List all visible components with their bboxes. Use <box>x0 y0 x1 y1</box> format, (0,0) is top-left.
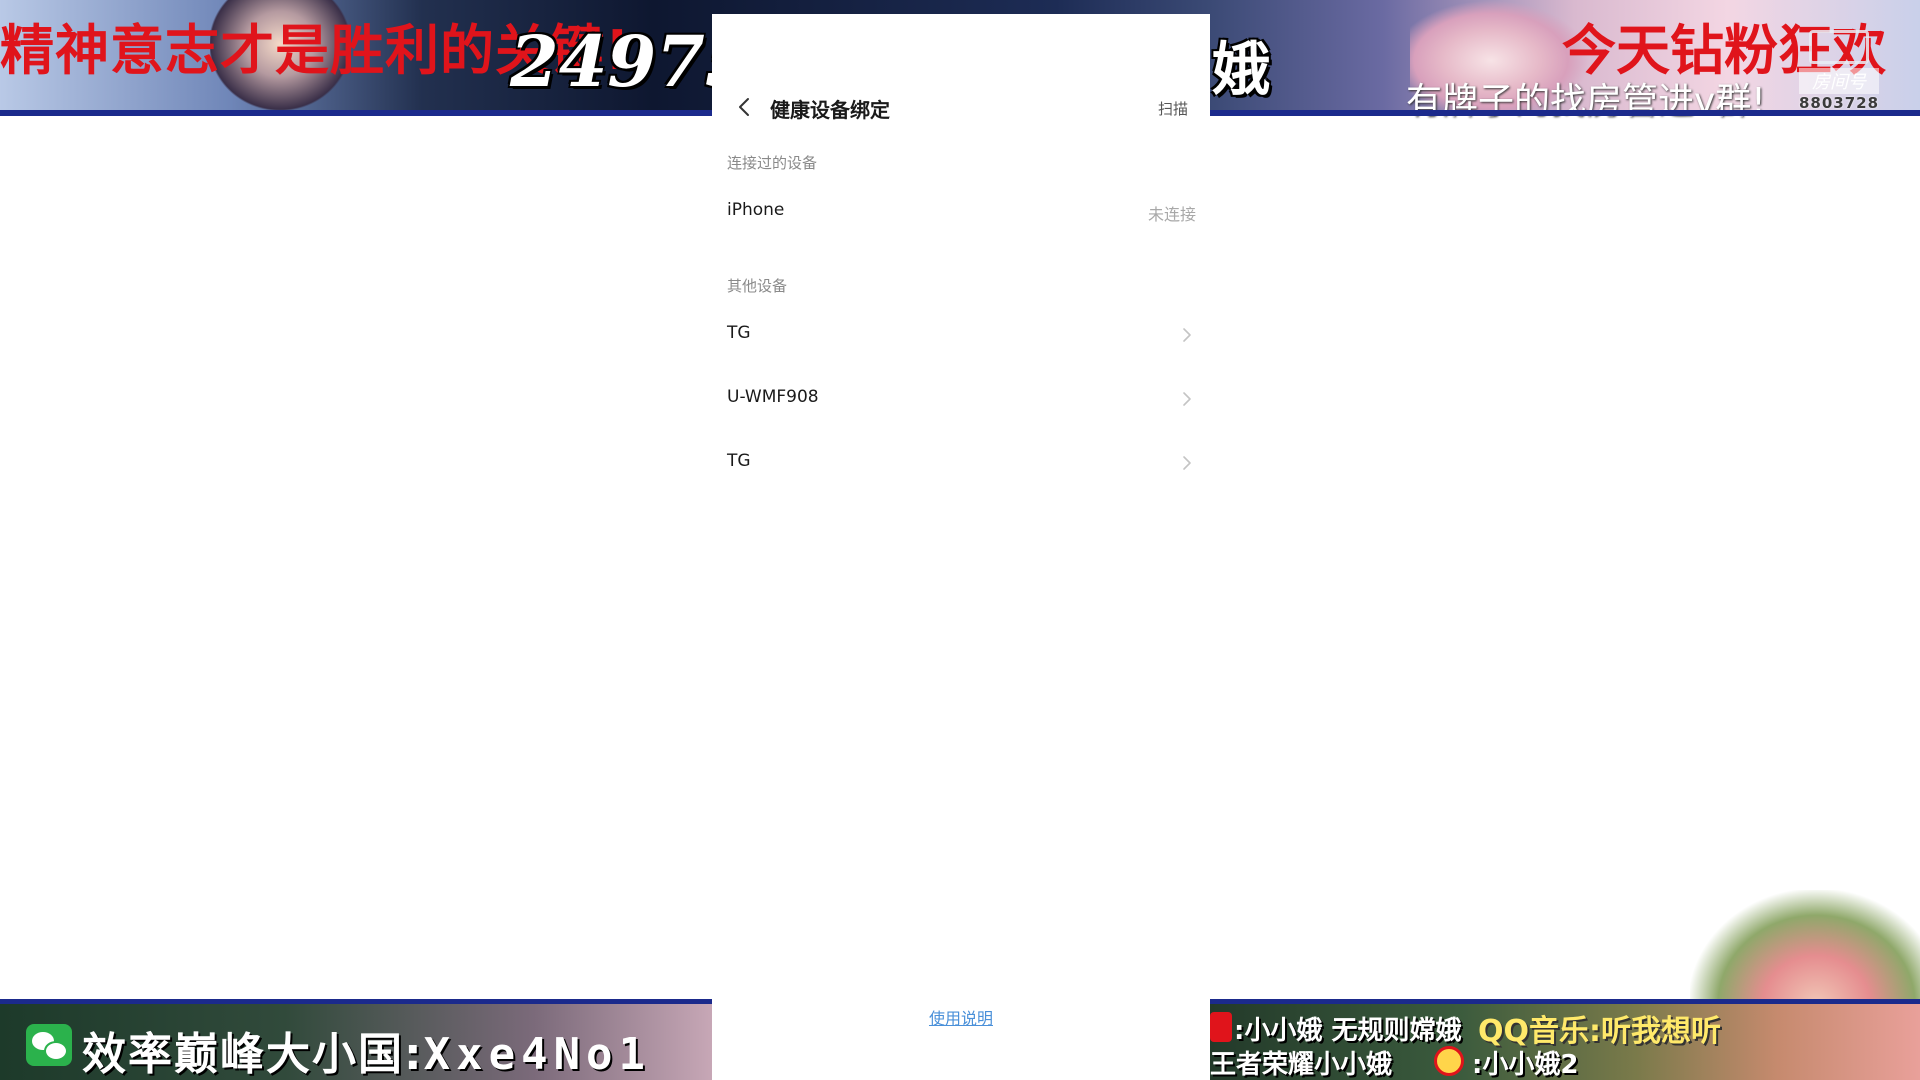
wechat-contact: 效率巅峰大小国:Xxe4No1 <box>82 1018 651 1080</box>
section-label-other: 其他设备 <box>727 277 788 295</box>
room-label: 房间号 <box>1799 68 1879 94</box>
overlay-name-badge: 娥 <box>1212 35 1271 103</box>
game-handle: 王者荣耀小小娥 <box>1210 1050 1393 1080</box>
other-device-row[interactable]: U-WMF908 <box>712 373 1210 425</box>
stream-overlay-bottom-left: 效率巅峰大小国:Xxe4No1 <box>0 999 712 1080</box>
bilibili-handle: :小小娥 无规则嫦娥 <box>1234 1016 1462 1046</box>
wechat-code: Xxe4No1 <box>423 1029 652 1080</box>
chevron-left-icon <box>739 98 749 116</box>
room-logo-icon <box>1809 30 1869 64</box>
wechat-prefix: 效率巅峰大小国: <box>82 1029 424 1080</box>
stream-overlay-bottom-right: :小小娥 无规则嫦娥 QQ音乐:听我想听 王者荣耀小小娥 :小小娥2 <box>1210 999 1920 1080</box>
other-device-row[interactable]: TG <box>712 437 1210 489</box>
connected-device-row[interactable]: iPhone 未连接 <box>712 186 1210 238</box>
device-name: TG <box>727 451 751 471</box>
scan-button[interactable]: 扫描 <box>1158 98 1188 119</box>
device-name: iPhone <box>727 200 785 220</box>
device-name: TG <box>727 323 751 343</box>
chevron-right-icon <box>1183 328 1191 342</box>
room-number-badge: 房间号 8803728 <box>1794 30 1884 112</box>
weibo-icon <box>1434 1046 1464 1076</box>
chevron-right-icon <box>1183 456 1191 470</box>
section-label-connected: 连接过的设备 <box>727 154 818 172</box>
page-title: 健康设备绑定 <box>770 98 890 122</box>
back-button[interactable] <box>730 92 760 122</box>
app-header: 健康设备绑定 扫描 <box>712 80 1210 136</box>
wechat-icon <box>26 1024 72 1066</box>
room-number: 8803728 <box>1798 94 1880 112</box>
health-device-binding-screen: 健康设备绑定 扫描 连接过的设备 iPhone 未连接 其他设备 TG U-WM… <box>712 14 1210 1080</box>
usage-instructions-link[interactable]: 使用说明 <box>712 1005 1210 1029</box>
overlay-group-notice: 有牌子的找房管进v群! <box>1406 81 1766 122</box>
device-status: 未连接 <box>1147 205 1196 224</box>
chevron-right-icon <box>1183 392 1191 406</box>
weibo-handle: :小小娥2 <box>1472 1050 1579 1080</box>
bilibili-icon <box>1210 1012 1232 1042</box>
other-device-row[interactable]: TG <box>712 309 1210 361</box>
device-name: U-WMF908 <box>727 387 819 407</box>
